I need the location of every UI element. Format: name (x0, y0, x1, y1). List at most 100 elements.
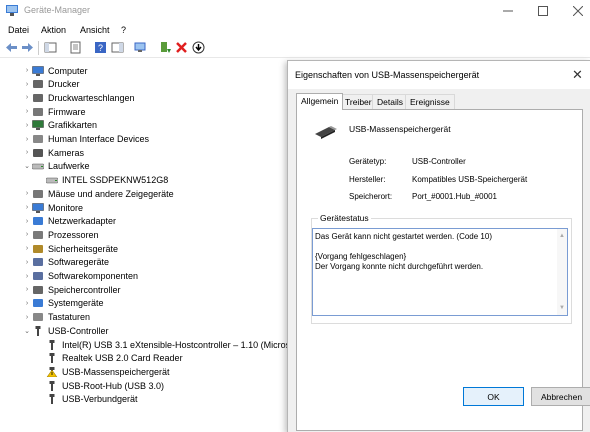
action-pane-icon[interactable] (111, 41, 124, 54)
software-icon (33, 258, 43, 267)
dialog-title-bar: Eigenschaften von USB-Massenspeichergerä… (288, 61, 590, 89)
tree-node-label: USB-Controller (48, 325, 109, 336)
back-arrow-icon[interactable] (5, 41, 18, 54)
tree-node[interactable]: › Druckwarteschlangen (22, 91, 135, 104)
tree-node-label: INTEL SSDPEKNW512G8 (62, 175, 169, 186)
svg-text:?: ? (98, 43, 103, 53)
network-icon (33, 217, 43, 226)
tree-node[interactable]: › Monitore (22, 201, 83, 214)
tab-details[interactable]: Details (372, 94, 408, 109)
tree-node[interactable]: › Computer (22, 64, 88, 77)
tree-node-label: Drucker (48, 79, 80, 90)
tree-node[interactable]: ⌄ USB-Controller (22, 324, 109, 337)
tree-node[interactable]: › Speichercontroller (22, 283, 121, 296)
tab-general[interactable]: Allgemein (296, 93, 344, 110)
forward-arrow-icon[interactable] (21, 41, 34, 54)
update-driver-icon[interactable] (159, 41, 172, 54)
minimize-icon (503, 10, 513, 12)
close-button[interactable] (556, 0, 590, 22)
tree-node-label: Softwaregeräte (48, 257, 110, 268)
tree-node[interactable]: USB-Verbundgerät (36, 393, 138, 406)
expand-chevron-icon[interactable]: › (22, 108, 32, 115)
tree-node-label: Computer (48, 65, 88, 76)
expand-chevron-icon[interactable]: › (22, 314, 32, 321)
window-title: Geräte-Manager (24, 5, 91, 15)
tree-node[interactable]: › Prozessoren (22, 228, 99, 241)
tree-node[interactable]: › Softwaregeräte (22, 256, 109, 269)
collapse-chevron-icon[interactable]: ⌄ (22, 327, 32, 335)
close-icon (573, 6, 583, 16)
scroll-up-icon[interactable]: ▲ (559, 231, 565, 241)
tree-node[interactable]: › Kameras (22, 146, 84, 159)
scroll-down-icon[interactable]: ▼ (559, 303, 565, 313)
tree-node[interactable]: › Sicherheitsgeräte (22, 242, 118, 255)
dialog-close-icon[interactable]: ✕ (572, 67, 583, 83)
ok-button[interactable]: OK (463, 387, 524, 406)
tree-node-label: Netzwerkadapter (48, 216, 117, 227)
expand-chevron-icon[interactable]: › (22, 273, 32, 280)
expand-chevron-icon[interactable]: › (22, 149, 32, 156)
printer-icon (33, 80, 43, 89)
show-hide-console-tree-icon[interactable] (44, 41, 57, 54)
tree-node[interactable]: USB-Massenspeichergerät (36, 365, 170, 378)
uninstall-device-icon[interactable] (175, 41, 188, 54)
tree-node-label: Systemgeräte (48, 298, 104, 309)
storage-icon (33, 285, 43, 294)
camera-icon (33, 148, 43, 157)
expand-chevron-icon[interactable]: › (22, 218, 32, 225)
toolbar-separator (38, 41, 39, 55)
disable-device-icon[interactable] (192, 41, 205, 54)
help-icon[interactable]: ? (94, 41, 107, 54)
status-line (315, 242, 565, 252)
cancel-button[interactable]: Abbrechen (531, 387, 590, 406)
expand-chevron-icon[interactable]: › (22, 259, 32, 266)
mouse-icon (33, 189, 43, 198)
prop-label: Speicherort: (349, 192, 393, 201)
expand-chevron-icon[interactable]: › (22, 136, 32, 143)
expand-chevron-icon[interactable]: › (22, 300, 32, 307)
scan-hardware-icon[interactable] (134, 41, 147, 54)
expand-chevron-icon[interactable]: › (22, 81, 32, 88)
tree-node[interactable]: INTEL SSDPEKNW512G8 (36, 174, 168, 187)
drive-icon (32, 164, 44, 170)
tree-node-label: Speichercontroller (48, 284, 121, 295)
tree-node[interactable]: › Tastaturen (22, 311, 90, 324)
prop-label: Gerätetyp: (349, 157, 387, 166)
expand-chevron-icon[interactable]: › (22, 94, 32, 101)
tree-node[interactable]: Intel(R) USB 3.1 eXtensible-Hostcontroll… (36, 338, 295, 351)
tree-node[interactable]: ⌄ Laufwerke (22, 160, 89, 173)
expand-chevron-icon[interactable]: › (22, 245, 32, 252)
tree-node[interactable]: Realtek USB 2.0 Card Reader (36, 352, 183, 365)
tree-node[interactable]: › Netzwerkadapter (22, 215, 116, 228)
tab-events[interactable]: Ereignisse (405, 94, 455, 109)
tree-node[interactable]: › Drucker (22, 78, 80, 91)
expand-chevron-icon[interactable]: › (22, 231, 32, 238)
tree-node[interactable]: › Mäuse und andere Zeigegeräte (22, 187, 174, 200)
tree-node[interactable]: › Human Interface Devices (22, 133, 149, 146)
expand-chevron-icon[interactable]: › (22, 67, 32, 74)
device-status-textbox[interactable]: Das Gerät kann nicht gestartet werden. (… (312, 228, 568, 316)
expand-chevron-icon[interactable]: › (22, 190, 32, 197)
tree-node-label: Human Interface Devices (48, 134, 150, 144)
system-icon (33, 299, 43, 308)
tree-node[interactable]: › Grafikkarten (22, 119, 97, 132)
properties-icon[interactable] (69, 41, 82, 54)
title-bar: Geräte-Manager (0, 0, 590, 22)
menu-file[interactable]: Datei (8, 25, 29, 35)
tree-node[interactable]: › Softwarekomponenten (22, 270, 138, 283)
menu-bar: Datei Aktion Ansicht ? (0, 22, 590, 38)
tree-node-label: Monitore (48, 202, 84, 213)
computer-icon (32, 65, 44, 76)
expand-chevron-icon[interactable]: › (22, 122, 32, 129)
collapse-chevron-icon[interactable]: ⌄ (22, 162, 32, 170)
menu-action[interactable]: Aktion (41, 25, 66, 35)
tree-node[interactable]: › Systemgeräte (22, 297, 104, 310)
prop-value: USB-Controller (412, 157, 466, 166)
tree-node[interactable]: › Firmware (22, 105, 86, 118)
expand-chevron-icon[interactable]: › (22, 286, 32, 293)
status-scrollbar[interactable]: ▲ ▼ (557, 229, 567, 315)
menu-help[interactable]: ? (121, 25, 126, 35)
menu-view[interactable]: Ansicht (80, 25, 110, 35)
expand-chevron-icon[interactable]: › (22, 204, 32, 211)
tree-node[interactable]: USB-Root-Hub (USB 3.0) (36, 379, 164, 392)
